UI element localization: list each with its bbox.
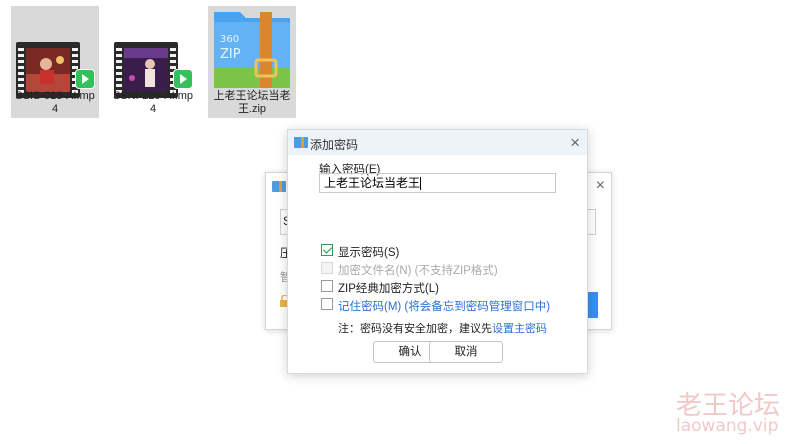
archive-icon bbox=[272, 181, 286, 192]
show-password-label[interactable]: 显示密码(S) bbox=[338, 244, 399, 260]
dialog-titlebar: 添加密码 × bbox=[288, 130, 587, 155]
remember-password-label[interactable]: 记住密码(M) (将会备忘到密码管理窗口中) bbox=[338, 298, 550, 314]
add-password-dialog: 添加密码 × 输入密码(E) 上老王论坛当老王 显示密码(S) 加密文件名(N)… bbox=[287, 129, 588, 374]
close-icon[interactable]: × bbox=[596, 177, 605, 195]
dialog-title: 添加密码 bbox=[310, 138, 359, 152]
file-name: 上老王论坛当老王.zip bbox=[213, 90, 291, 115]
set-master-password-link[interactable]: 设置主密码 bbox=[492, 323, 547, 335]
security-note-text: 注：密码没有安全加密，建议先 bbox=[338, 323, 492, 335]
video-file-icon bbox=[11, 6, 99, 98]
play-badge-icon bbox=[173, 69, 193, 89]
file-item-ssis-013[interactable]: SSIS-013-AI.mp4 bbox=[11, 6, 99, 118]
close-button[interactable]: × bbox=[570, 133, 580, 153]
svg-text:ZIP: ZIP bbox=[220, 47, 241, 62]
remember-password-checkbox[interactable] bbox=[321, 298, 333, 310]
watermark-url: laowang.vip bbox=[676, 416, 779, 436]
archive-icon bbox=[294, 137, 308, 148]
file-name: SSNI-229-AI.mp4 bbox=[112, 90, 194, 115]
zip-classic-label[interactable]: ZIP经典加密方式(L) bbox=[338, 280, 439, 296]
password-value: 上老王论坛当老王 bbox=[324, 176, 421, 190]
video-file-icon bbox=[109, 6, 197, 98]
svg-text:360: 360 bbox=[220, 34, 239, 45]
show-password-checkbox[interactable] bbox=[321, 244, 333, 256]
file-name: SSIS-013-AI.mp4 bbox=[15, 90, 95, 115]
encrypt-filename-label: 加密文件名(N) (不支持ZIP格式) bbox=[338, 265, 498, 277]
play-badge-icon bbox=[75, 69, 95, 89]
text-caret bbox=[420, 177, 422, 191]
file-item-zip[interactable]: 360 ZIP 上老王论坛当老王.zip bbox=[208, 6, 296, 118]
cancel-button[interactable]: 取消 bbox=[429, 341, 503, 363]
file-item-ssni-229[interactable]: SSNI-229-AI.mp4 bbox=[109, 6, 197, 118]
security-note: 注：密码没有安全加密，建议先设置主密码 bbox=[338, 320, 547, 336]
zip-classic-checkbox[interactable] bbox=[321, 280, 333, 292]
encrypt-filename-checkbox bbox=[321, 262, 333, 274]
password-input[interactable]: 上老王论坛当老王 bbox=[319, 173, 556, 193]
zip-file-icon: 360 ZIP bbox=[208, 6, 296, 94]
